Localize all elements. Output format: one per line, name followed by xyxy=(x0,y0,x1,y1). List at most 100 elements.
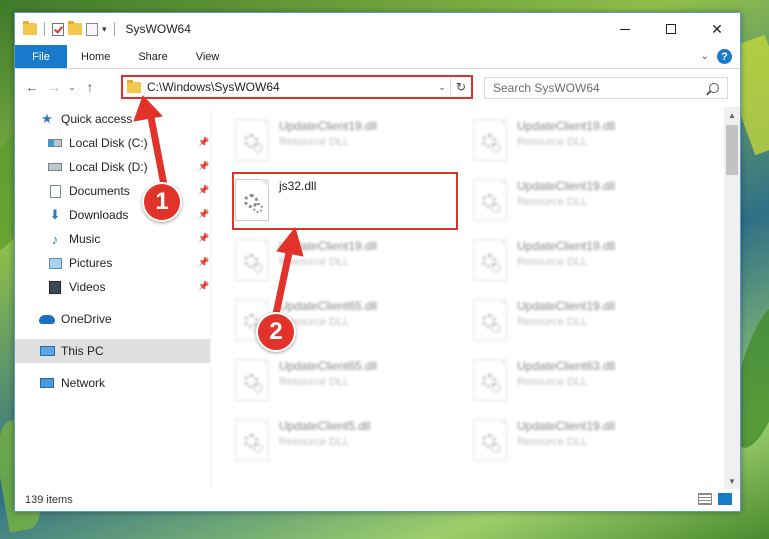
sidebar-item-network[interactable]: Network xyxy=(15,371,210,395)
gear-icon xyxy=(244,434,263,453)
search-box[interactable]: Search SysWOW64 xyxy=(484,77,728,99)
customize-toolbar-dropdown-icon[interactable]: ▾ xyxy=(102,24,107,35)
video-icon xyxy=(47,280,63,294)
details-view-icon[interactable] xyxy=(698,493,712,505)
scroll-up-icon[interactable]: ▲ xyxy=(724,107,740,123)
file-item[interactable]: UpdateClient63.dll Resource DLL xyxy=(473,353,693,409)
file-name: UpdateClient19.dll xyxy=(279,119,378,133)
scroll-down-icon[interactable]: ▼ xyxy=(724,473,740,489)
pin-icon[interactable]: 📌 xyxy=(198,209,209,219)
search-input[interactable]: Search SysWOW64 xyxy=(493,81,709,95)
pictures-icon xyxy=(47,256,63,270)
tab-file[interactable]: File xyxy=(15,45,67,68)
file-item[interactable]: UpdateClient19.dll Resource DLL xyxy=(473,413,693,469)
pin-icon[interactable]: 📌 xyxy=(198,137,209,147)
search-icon xyxy=(709,83,719,93)
minimize-icon xyxy=(620,28,630,30)
file-name: UpdateClient19.dll xyxy=(517,179,616,193)
sidebar-item-local-disk-c[interactable]: Local Disk (C:) 📌 xyxy=(15,131,210,155)
sidebar-item-label: Downloads xyxy=(69,208,129,222)
file-item[interactable]: UpdateClient19.dll Resource DLL xyxy=(473,173,693,229)
file-type: Resource DLL xyxy=(517,436,588,448)
file-name: UpdateClient65.dll xyxy=(279,299,378,313)
close-button[interactable]: ✕ xyxy=(694,13,740,45)
step-badge-2: 2 xyxy=(256,312,296,352)
star-icon: ★ xyxy=(41,111,53,126)
help-icon[interactable]: ? xyxy=(717,49,732,64)
file-type: Resource DLL xyxy=(279,136,350,148)
address-bar[interactable]: C:\Windows\SysWOW64 ⌄ ↻ xyxy=(121,75,473,99)
file-item[interactable]: UpdateClient19.dll Resource DLL xyxy=(473,113,693,169)
properties-check-icon[interactable] xyxy=(52,22,64,36)
sidebar-item-label: This PC xyxy=(61,344,104,358)
file-item[interactable]: UpdateClient5.dll Resource DLL xyxy=(235,413,455,469)
file-item[interactable]: UpdateClient65.dll Resource DLL xyxy=(235,353,455,409)
network-icon xyxy=(39,376,55,390)
sidebar-item-pictures[interactable]: Pictures 📌 xyxy=(15,251,210,275)
pin-icon[interactable]: 📌 xyxy=(198,233,209,243)
file-type: Resource DLL xyxy=(279,436,350,448)
properties-icon[interactable] xyxy=(86,22,98,36)
sidebar-item-label: OneDrive xyxy=(61,312,112,326)
sidebar-item-local-disk-d[interactable]: Local Disk (D:) 📌 xyxy=(15,155,210,179)
pin-icon[interactable]: 📌 xyxy=(198,257,209,267)
minimize-button[interactable] xyxy=(602,13,648,45)
file-name: UpdateClient19.dll xyxy=(279,239,378,253)
sidebar-item-music[interactable]: ♪ Music 📌 xyxy=(15,227,210,251)
expand-ribbon-icon[interactable]: ⌄ xyxy=(701,51,709,62)
ribbon-tabs: File Home Share View ⌄ ? xyxy=(15,45,740,69)
pin-icon[interactable]: 📌 xyxy=(198,161,209,171)
back-button[interactable]: ← xyxy=(21,76,43,98)
vertical-scrollbar[interactable]: ▲ ▼ xyxy=(724,107,740,489)
up-button[interactable]: ↑ xyxy=(79,76,101,98)
file-name: UpdateClient65.dll xyxy=(279,359,378,373)
folder-icon xyxy=(23,21,37,35)
close-icon: ✕ xyxy=(711,20,723,37)
file-name: UpdateClient5.dll xyxy=(279,419,371,433)
drive-icon xyxy=(47,160,63,174)
view-buttons xyxy=(698,493,732,505)
file-name: UpdateClient19.dll xyxy=(517,119,616,133)
gear-icon xyxy=(482,194,501,213)
tab-view[interactable]: View xyxy=(182,45,234,68)
refresh-icon[interactable]: ↻ xyxy=(451,80,471,94)
maximize-button[interactable] xyxy=(648,13,694,45)
dll-file-icon xyxy=(235,119,269,161)
sidebar-item-label: Music xyxy=(69,232,101,246)
dll-file-icon xyxy=(473,419,507,461)
pin-icon[interactable]: 📌 xyxy=(198,185,209,195)
address-path[interactable]: C:\Windows\SysWOW64 xyxy=(147,80,434,94)
file-item[interactable]: UpdateClient19.dll Resource DLL xyxy=(473,233,693,289)
new-folder-icon[interactable] xyxy=(68,21,82,35)
sidebar-item-quick-access[interactable]: ★ Quick access xyxy=(15,107,210,131)
maximize-icon xyxy=(666,24,676,34)
sidebar-item-label: Local Disk (C:) xyxy=(69,136,148,150)
dll-file-icon xyxy=(235,239,269,281)
large-icons-view-icon[interactable] xyxy=(718,493,732,505)
dll-file-icon xyxy=(473,299,507,341)
file-item[interactable]: UpdateClient19.dll Resource DLL xyxy=(235,233,455,289)
tab-share[interactable]: Share xyxy=(124,45,181,68)
sidebar-item-videos[interactable]: Videos 📌 xyxy=(15,275,210,299)
scroll-thumb[interactable] xyxy=(726,125,738,175)
file-item[interactable]: UpdateClient19.dll Resource DLL xyxy=(235,113,455,169)
dll-file-icon xyxy=(235,419,269,461)
file-highlight-box xyxy=(232,172,458,230)
file-type: Resource DLL xyxy=(517,196,588,208)
sidebar-item-onedrive[interactable]: OneDrive xyxy=(15,307,210,331)
drive-icon xyxy=(47,136,63,150)
gear-icon xyxy=(244,254,263,273)
gear-icon xyxy=(244,134,263,153)
address-dropdown-icon[interactable]: ⌄ xyxy=(434,82,450,93)
sidebar-item-this-pc[interactable]: This PC xyxy=(15,339,210,363)
music-icon: ♪ xyxy=(51,231,59,247)
window-title: SysWOW64 xyxy=(125,22,191,36)
recent-locations-button[interactable]: ⌄ xyxy=(65,76,79,98)
sidebar-item-label: Pictures xyxy=(69,256,113,270)
file-item[interactable]: UpdateClient19.dll Resource DLL xyxy=(473,293,693,349)
tab-home[interactable]: Home xyxy=(67,45,124,68)
pin-icon[interactable]: 📌 xyxy=(198,281,209,291)
forward-button[interactable]: → xyxy=(43,76,65,98)
